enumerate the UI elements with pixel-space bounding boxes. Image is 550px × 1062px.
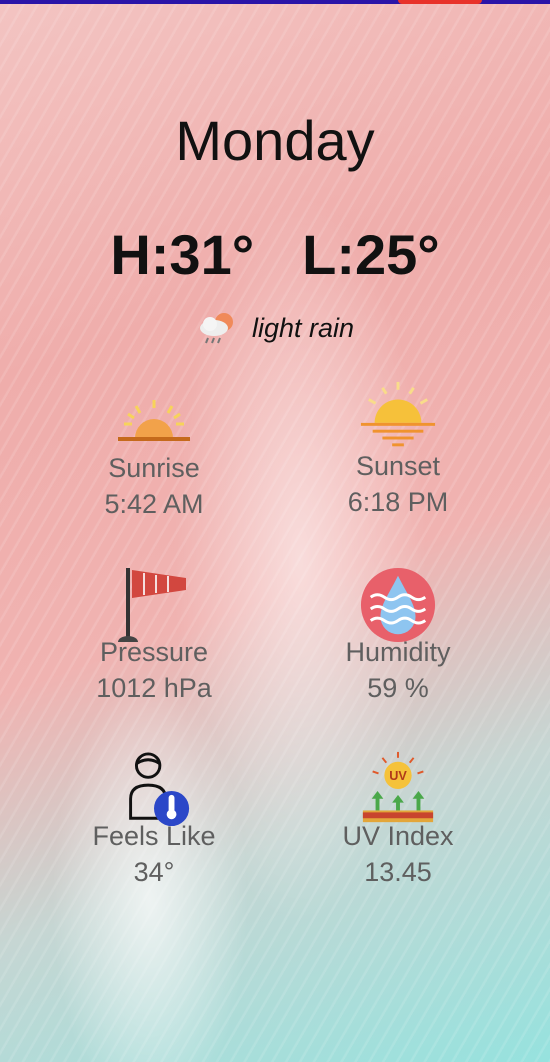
high-low: H:31° L:25° [0,222,550,287]
sunrise-icon [118,400,190,441]
top-indicator [398,0,482,4]
detail-label: UV Index [342,821,454,851]
humidity-detail: Humidity 59 % [298,566,498,706]
humidity-icon [360,567,436,643]
detail-value: 6:18 PM [347,487,449,517]
sunset-detail: Sunset 6:18 PM [298,381,498,520]
detail-label: Sunset [355,451,441,481]
detail-label: Feels Like [92,821,216,851]
condition-text: light rain [251,312,355,343]
detail-value: 1012 hPa [96,673,212,703]
feels-like-icon [129,752,190,827]
cloud-rain-sun-icon [199,313,233,344]
condition: light rain [0,308,550,348]
detail-label: Pressure [99,637,209,667]
uv-badge: UV [389,769,407,783]
sunset-icon [360,381,436,447]
high-temp: H:31° [110,223,255,286]
detail-value: 34° [133,857,175,887]
detail-value: 5:42 AM [104,489,204,519]
detail-label: Sunrise [108,453,200,483]
windsock-icon [118,568,186,642]
detail-label: Humidity [345,637,451,667]
detail-value: 13.45 [364,857,432,887]
uv-index-icon: UV [362,751,434,823]
day-title: Monday [175,109,375,172]
sunrise-detail: Sunrise 5:42 AM [54,382,254,522]
low-temp: L:25° [302,223,440,286]
uv-index-detail: UV UV Index 13.45 [298,750,498,890]
detail-value: 59 % [367,673,429,703]
feels-like-detail: Feels Like 34° [54,750,254,890]
pressure-detail: Pressure 1012 hPa [54,566,254,706]
